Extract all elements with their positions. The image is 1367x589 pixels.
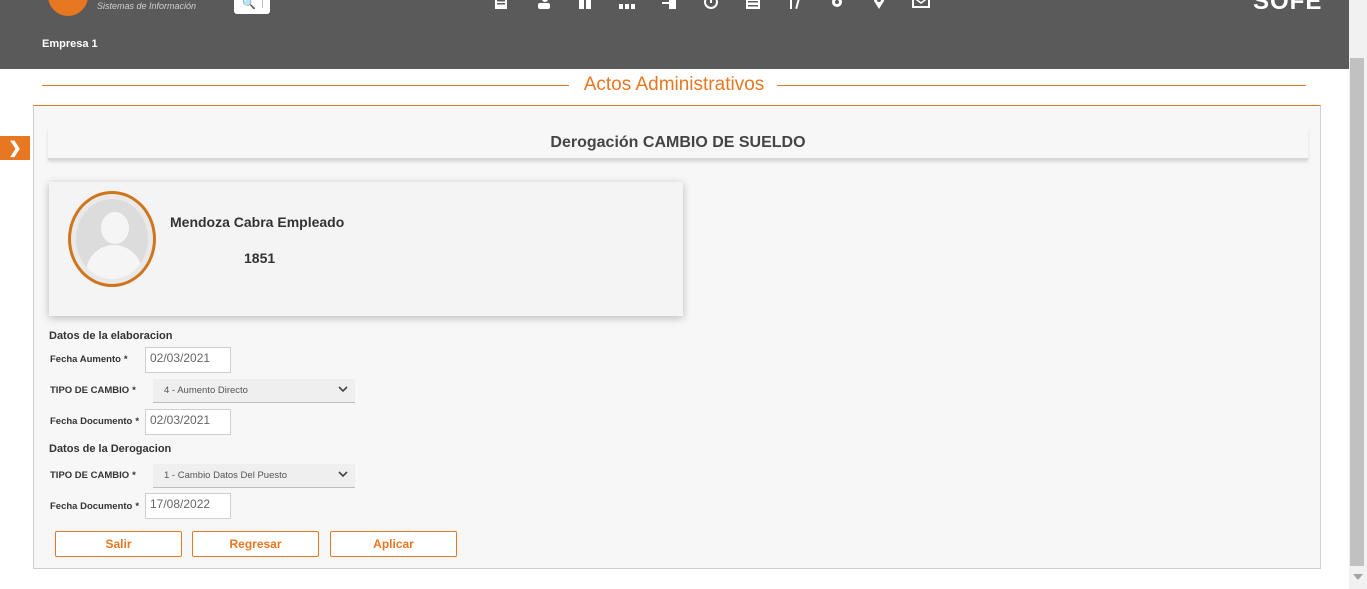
gear-icon[interactable]: [816, 0, 858, 10]
top-navigation-bar: Sistemas de Información 🔍 Empresa 1 SOFE: [0, 0, 1349, 69]
history-icon[interactable]: [690, 0, 732, 10]
sidebar-toggle-button[interactable]: ❯: [0, 136, 30, 160]
vertical-scrollbar[interactable]: [1349, 0, 1367, 589]
avatar-placeholder-icon: [76, 199, 148, 279]
main-panel: Derogación CAMBIO DE SUELDO Mendoza Cabr…: [33, 105, 1321, 569]
elaboracion-section-title: Datos de la elaboracion: [49, 330, 173, 342]
chevron-down-icon: [338, 386, 348, 393]
derogacion-tipo-cambio-select[interactable]: 1 - Cambio Datos Del Puesto: [153, 464, 355, 488]
logo-subtitle: Sistemas de Información: [97, 1, 197, 11]
company-name: Empresa 1: [42, 38, 98, 50]
gift-icon[interactable]: [564, 0, 606, 10]
search-button[interactable]: 🔍: [234, 0, 270, 14]
back-button[interactable]: Regresar: [192, 531, 319, 557]
derogacion-fecha-documento-field[interactable]: 17/08/2022: [145, 493, 231, 519]
section-header: Actos Administrativos: [42, 74, 1306, 96]
derogacion-section-title: Datos de la Derogacion: [49, 443, 172, 455]
users-icon[interactable]: [522, 0, 564, 10]
panel-heading: Derogación CAMBIO DE SUELDO: [48, 128, 1308, 160]
derogacion-tipo-cambio-value: 1 - Cambio Datos Del Puesto: [164, 470, 288, 481]
tipo-cambio-value: 4 - Aumento Directo: [164, 385, 248, 396]
list-icon[interactable]: [732, 0, 774, 10]
search-divider: [262, 0, 263, 8]
section-divider-right: [777, 85, 1306, 86]
fecha-documento-label: Fecha Documento *: [50, 416, 140, 427]
employee-card: Mendoza Cabra Empleado 1851: [49, 182, 683, 316]
transfer-icon[interactable]: [648, 0, 690, 10]
tipo-cambio-select[interactable]: 4 - Aumento Directo: [153, 379, 355, 403]
derogacion-tipo-cambio-label: TIPO DE CAMBIO *: [50, 470, 136, 481]
message-icon[interactable]: [900, 0, 942, 10]
page-title: Derogación CAMBIO DE SUELDO: [550, 134, 806, 151]
exit-button[interactable]: Salir: [55, 531, 182, 557]
employee-name: Mendoza Cabra Empleado: [170, 214, 345, 230]
fecha-documento-field[interactable]: 02/03/2021: [145, 409, 231, 435]
chevron-down-icon: [338, 471, 348, 478]
avatar: [68, 191, 156, 287]
tipo-cambio-label: TIPO DE CAMBIO *: [50, 385, 136, 396]
brand-logo: SOFE: [1253, 0, 1323, 15]
apply-button[interactable]: Aplicar: [330, 531, 457, 557]
document-edit-icon[interactable]: [480, 0, 522, 10]
employee-id: 1851: [244, 250, 276, 266]
org-chart-icon[interactable]: [606, 0, 648, 10]
nav-icon-bar: [480, 0, 942, 10]
scroll-down-arrow-icon[interactable]: [1353, 574, 1363, 580]
scrollbar-thumb[interactable]: [1350, 58, 1364, 566]
fecha-aumento-label: Fecha Aumento *: [50, 354, 128, 365]
fecha-aumento-field[interactable]: 02/03/2021: [145, 347, 231, 373]
company-logo[interactable]: [48, 0, 88, 16]
search-icon: 🔍: [242, 0, 256, 10]
derogacion-fecha-documento-label: Fecha Documento *: [50, 501, 140, 512]
tools-icon[interactable]: [774, 0, 816, 10]
chevron-right-icon: ❯: [8, 140, 22, 157]
location-icon[interactable]: [858, 0, 900, 10]
